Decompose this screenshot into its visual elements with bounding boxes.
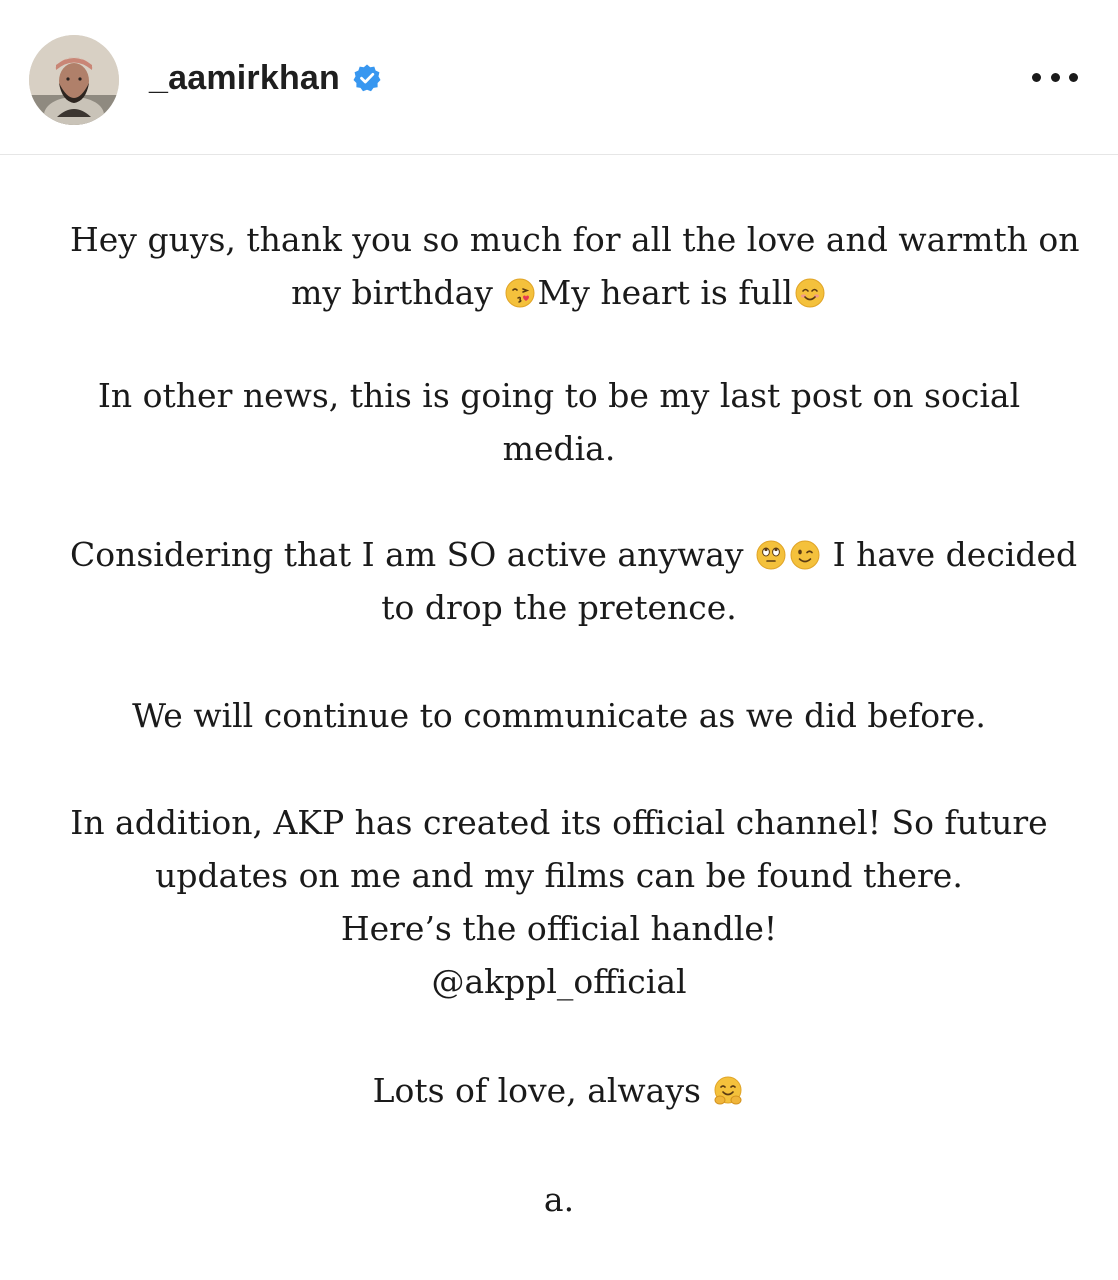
verified-badge-icon (352, 63, 382, 93)
smiling-face-emoji (794, 277, 826, 309)
text: Lots of love, always (372, 1071, 701, 1110)
profile-photo (29, 35, 119, 125)
more-options-icon[interactable] (1032, 62, 1078, 92)
avatar[interactable] (29, 35, 119, 125)
paragraph-line: updates on me and my films can be found … (155, 856, 963, 895)
paragraph-last-post: In other news, this is going to be my la… (70, 369, 1048, 475)
paragraph-line: Lots of love, always (70, 1064, 1048, 1117)
paragraph-line: Hey guys, thank you so much for all the … (70, 213, 1080, 266)
paragraph-line: my birthday My heart is full (70, 266, 1048, 319)
paragraph-line: In other news, this is going to be my la… (97, 376, 1021, 415)
paragraph-signature: a. (70, 1173, 1048, 1226)
paragraph-continue: We will continue to communicate as we di… (70, 689, 1048, 742)
paragraph-line: Here’s the official handle! (340, 909, 778, 948)
paragraph-line: @akppl_official (70, 955, 1048, 1008)
paragraph-considering: Considering that I am SO active anyway I… (70, 528, 1077, 634)
username-row: _aamirkhan (149, 55, 382, 101)
username[interactable]: _aamirkhan (149, 59, 340, 98)
paragraph-line: media. (502, 429, 616, 468)
more-dot (1069, 72, 1078, 82)
paragraph-line: to drop the pretence. (381, 588, 737, 627)
text: My heart is full (537, 273, 793, 312)
post-header: _aamirkhan (0, 0, 1118, 155)
text: Considering that I am SO active anyway (70, 535, 744, 574)
paragraph-love: Lots of love, always (70, 1064, 1048, 1117)
signature: a. (543, 1180, 575, 1219)
paragraph-line: In addition, AKP has created its officia… (70, 803, 1048, 842)
paragraph-thanks: Hey guys, thank you so much for all the … (70, 213, 1080, 319)
winking-face-emoji (789, 539, 821, 571)
face-blowing-kiss-emoji (504, 277, 536, 309)
paragraph-line: Considering that I am SO active anyway I… (70, 528, 1077, 581)
text: Hey guys, thank you so much for all the … (70, 220, 1080, 259)
hugging-face-emoji (712, 1075, 744, 1107)
face-with-rolling-eyes-emoji (755, 539, 787, 571)
more-dot (1050, 72, 1060, 82)
text: I have decided (832, 535, 1078, 574)
text: my birthday (291, 273, 493, 312)
official-handle-link[interactable]: @akppl_official (431, 962, 686, 1001)
paragraph-line: We will continue to communicate as we di… (132, 696, 986, 735)
more-dot (1032, 72, 1041, 82)
paragraph-akp-channel: In addition, AKP has created its officia… (70, 796, 1048, 1008)
